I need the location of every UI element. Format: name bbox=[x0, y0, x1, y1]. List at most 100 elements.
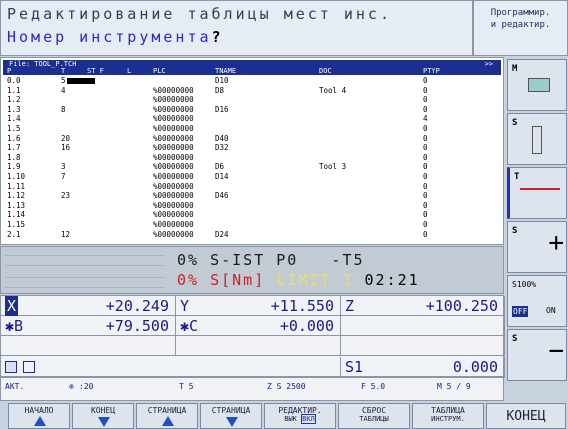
side-s-button[interactable]: S bbox=[507, 113, 567, 165]
cell-ptyp: 0 bbox=[423, 152, 428, 162]
cell-t: 16 bbox=[61, 143, 71, 153]
input-prompt: Номер инструмента? bbox=[7, 28, 224, 46]
column-header: P T ST F L PLC TNAME DOC PTYP bbox=[3, 68, 501, 75]
cell-p: 2.1 bbox=[7, 229, 21, 239]
cell-ptyp: 0 bbox=[423, 220, 428, 229]
table-row[interactable]: 1.7 16 %00000000 D32 0 bbox=[3, 144, 501, 152]
table-row[interactable]: 1.1 4 %00000000 D8 Tool 4 0 bbox=[3, 85, 501, 95]
status-display: 0% S-IST P0 -T5 0% S[Nm] LIMIT 1 02:21 bbox=[0, 246, 504, 294]
file-name: File: TOOL_P.TCH bbox=[9, 60, 77, 68]
cell-plc: %00000000 bbox=[153, 200, 194, 210]
cell-ptyp: 0 bbox=[423, 191, 428, 201]
cell-p: 1.3 bbox=[7, 104, 21, 114]
side-override-button[interactable]: S100% OFF ON bbox=[507, 275, 567, 327]
cell-ptyp: 4 bbox=[423, 114, 428, 124]
table-row[interactable]: 1.6 20 %00000000 D40 0 bbox=[3, 133, 501, 143]
cell-p: 1.15 bbox=[7, 220, 26, 229]
softkey-bar: НАЧАЛО КОНЕЦ СТРАНИЦА СТРАНИЦА РЕДАКТИР.… bbox=[0, 401, 568, 429]
softkey-reset-pocket-table[interactable]: СБРОС ТАБЛИЦЫ bbox=[338, 403, 410, 429]
edit-on-badge: ВКЛ bbox=[301, 414, 316, 424]
axis-y: Y +11.550 bbox=[176, 296, 341, 316]
table-row[interactable]: 0.0 5 D10 0 bbox=[3, 77, 501, 85]
cell-p: 1.2 bbox=[7, 95, 21, 105]
softkey-page-down[interactable]: СТРАНИЦА bbox=[200, 403, 262, 429]
prompt-mark: ? bbox=[211, 28, 224, 46]
pocket-table[interactable]: File: TOOL_P.TCH >> P T ST F L PLC TNAME … bbox=[0, 57, 504, 245]
axis-x-value: +20.249 bbox=[105, 297, 169, 315]
cursor-cell[interactable] bbox=[67, 78, 95, 84]
table-row[interactable]: 1.8 %00000000 0 bbox=[3, 152, 501, 162]
table-row[interactable]: 1.10 7 %00000000 D14 0 bbox=[3, 173, 501, 181]
cell-plc: %00000000 bbox=[153, 152, 194, 162]
cell-p: 1.13 bbox=[7, 200, 26, 210]
table-row[interactable]: 1.4 %00000000 4 bbox=[3, 115, 501, 123]
cell-p: 1.9 bbox=[7, 162, 21, 172]
cell-p: 1.4 bbox=[7, 114, 21, 124]
active-mode: AKT. bbox=[5, 382, 25, 391]
spindle-axis-speed: Z S 2500 bbox=[267, 382, 306, 391]
cell-plc: %00000000 bbox=[153, 104, 194, 114]
arrow-up-icon bbox=[162, 416, 174, 426]
cell-tname: D6 bbox=[215, 162, 225, 172]
table-row[interactable]: 1.9 3 %00000000 D6 Tool 3 0 bbox=[3, 163, 501, 171]
tool-change-icon bbox=[520, 188, 560, 190]
cell-p: 0.0 bbox=[7, 76, 21, 85]
cell-tname: D8 bbox=[215, 85, 225, 95]
cell-plc: %00000000 bbox=[153, 143, 194, 153]
table-row[interactable]: 1.13 %00000000 0 bbox=[3, 200, 501, 210]
softkey-begin[interactable]: НАЧАЛО bbox=[8, 403, 70, 429]
side-t-button[interactable]: T bbox=[507, 167, 567, 219]
axis-b: ✱B +79.500 bbox=[1, 316, 176, 336]
axis-z-value: +100.250 bbox=[425, 297, 498, 315]
side-m-button[interactable]: M bbox=[507, 59, 567, 111]
col-plc: PLC bbox=[153, 67, 166, 75]
cell-t: 20 bbox=[61, 133, 71, 143]
cell-tname: D24 bbox=[215, 229, 229, 239]
table-row[interactable]: 1.5 %00000000 0 bbox=[3, 125, 501, 133]
side-softkey-bar: M S T S + S100% OFF ON S − bbox=[505, 57, 568, 401]
cell-t: 23 bbox=[61, 191, 71, 201]
table-row[interactable]: 2.1 12 %00000000 D24 0 bbox=[3, 229, 501, 239]
softkey-end[interactable]: КОНЕЦ bbox=[72, 403, 134, 429]
cell-ptyp: 0 bbox=[423, 104, 428, 114]
torque-status-line: 0% S[Nm] LIMIT 1 02:21 bbox=[177, 271, 420, 289]
spindle-cell: S1 0.000 bbox=[341, 357, 505, 377]
table-row[interactable]: 1.12 23 %00000000 D46 0 bbox=[3, 192, 501, 200]
cell-p: 1.6 bbox=[7, 133, 21, 143]
softkey-edit[interactable]: РЕДАКТИР. ВЫК ВКЛ bbox=[264, 403, 336, 429]
cell-tname: D16 bbox=[215, 104, 229, 114]
col-l: L bbox=[127, 67, 132, 75]
axis-y-label: Y bbox=[180, 297, 190, 315]
col-tname: TNAME bbox=[215, 67, 237, 75]
header: Редактирование таблицы мест инс. Номер и… bbox=[0, 0, 473, 56]
softkey-page-up[interactable]: СТРАНИЦА bbox=[136, 403, 198, 429]
table-row[interactable]: 1.11 %00000000 0 bbox=[3, 182, 501, 191]
side-s-minus-button[interactable]: S − bbox=[507, 329, 567, 381]
on-toggle[interactable]: ON bbox=[546, 306, 556, 315]
col-p: P bbox=[7, 67, 12, 75]
mode-line-1: Программир. bbox=[490, 8, 551, 18]
cell-tname: D40 bbox=[215, 133, 229, 143]
cell-plc: %00000000 bbox=[153, 210, 194, 220]
cell-ptyp: 0 bbox=[423, 162, 428, 172]
axis-empty bbox=[341, 316, 505, 336]
table-row[interactable]: 1.14 %00000000 0 bbox=[3, 211, 501, 219]
softkey-tool-table[interactable]: ТАБЛИЦА ИНСТРУМ. bbox=[412, 403, 484, 429]
feed-rate: F 5.0 bbox=[361, 382, 386, 391]
col-doc: DOC bbox=[319, 67, 332, 75]
table-row[interactable]: 1.3 8 %00000000 D16 0 bbox=[3, 104, 501, 114]
table-row[interactable]: 1.2 %00000000 0 bbox=[3, 96, 501, 104]
side-s-plus-button[interactable]: S + bbox=[507, 221, 567, 273]
axis-c-value: +0.000 bbox=[279, 317, 334, 335]
cell-plc: %00000000 bbox=[153, 191, 194, 201]
cell-ptyp: 0 bbox=[423, 124, 428, 133]
softkey-exit[interactable]: КОНЕЦ bbox=[486, 403, 566, 429]
axis-b-value: +79.500 bbox=[105, 317, 169, 335]
cell-ptyp: 0 bbox=[423, 200, 428, 210]
arrow-down-icon bbox=[98, 417, 110, 427]
col-stf: ST F bbox=[87, 67, 104, 75]
operating-mode-panel: Программир. и редактир. bbox=[473, 0, 568, 56]
machine-icon bbox=[528, 78, 550, 92]
off-toggle[interactable]: OFF bbox=[512, 306, 529, 317]
table-row[interactable]: 1.15 %00000000 0 bbox=[3, 221, 501, 229]
